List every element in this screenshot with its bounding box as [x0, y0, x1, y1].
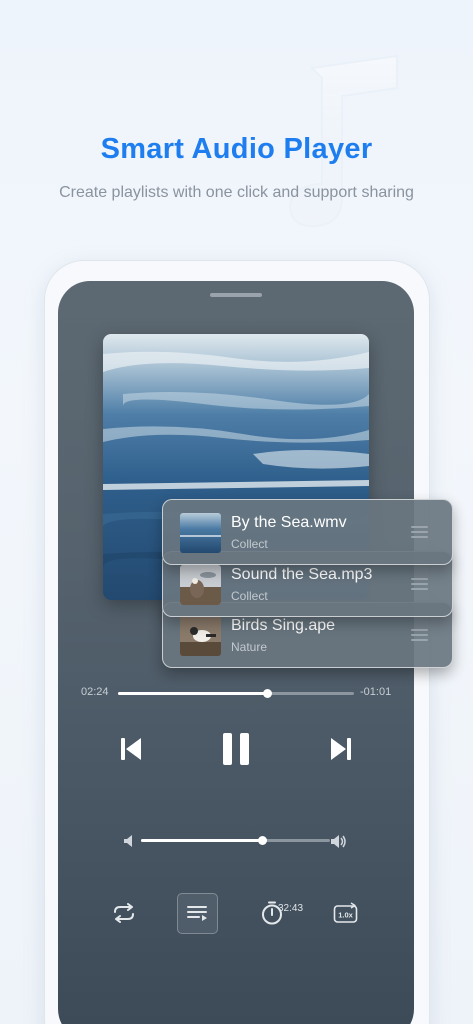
promo-subtitle: Create playlists with one click and supp…	[59, 184, 414, 201]
progress-knob[interactable]	[262, 689, 272, 698]
playlist-button[interactable]	[177, 893, 218, 934]
svg-text:1.0x: 1.0x	[338, 911, 353, 920]
drag-handle-icon[interactable]	[411, 526, 428, 539]
playback-speed-button[interactable]: 1.0x	[332, 899, 360, 927]
track-title: Sound the Sea.mp3	[231, 566, 373, 583]
volume-up-button[interactable]	[330, 833, 348, 849]
track-title: By the Sea.wmv	[231, 514, 347, 531]
repeat-button[interactable]	[110, 899, 138, 927]
skip-next-icon	[331, 738, 351, 760]
volume-down-button[interactable]	[122, 834, 136, 848]
track-category: Nature	[231, 640, 268, 654]
progress-slider[interactable]	[118, 689, 354, 698]
playlist-icon	[186, 905, 207, 921]
play-pause-button[interactable]	[216, 729, 256, 769]
volume-slider[interactable]	[141, 836, 330, 845]
track-category: Collect	[231, 589, 268, 603]
volume-high-icon	[331, 834, 346, 848]
promo-title: Smart Audio Player	[100, 133, 373, 165]
volume-low-icon	[124, 835, 132, 847]
progress-fill	[118, 692, 267, 695]
pause-icon	[223, 733, 249, 765]
sea-thumbnail	[180, 513, 221, 553]
volume-fill	[141, 839, 262, 842]
sheet-grabber[interactable]	[210, 293, 262, 297]
bird-thumbnail	[180, 616, 221, 656]
skip-previous-icon	[121, 738, 141, 760]
drag-handle-icon[interactable]	[411, 578, 428, 591]
volume-knob[interactable]	[257, 836, 267, 845]
seaside-bird-thumbnail	[180, 565, 221, 605]
playlist-item[interactable]: By the Sea.wmv Collect	[162, 499, 453, 565]
playback-speed-icon: 1.0x	[333, 902, 358, 923]
track-category: Collect	[231, 537, 268, 551]
drag-handle-icon[interactable]	[411, 629, 428, 642]
sleep-timer-value: 32:43	[278, 903, 304, 914]
repeat-icon	[114, 903, 134, 923]
track-title: Birds Sing.ape	[231, 617, 336, 634]
skip-next-button[interactable]	[326, 734, 356, 764]
skip-previous-button[interactable]	[116, 734, 146, 764]
elapsed-time: 02:24	[81, 686, 109, 698]
remaining-time: -01:01	[360, 686, 392, 698]
